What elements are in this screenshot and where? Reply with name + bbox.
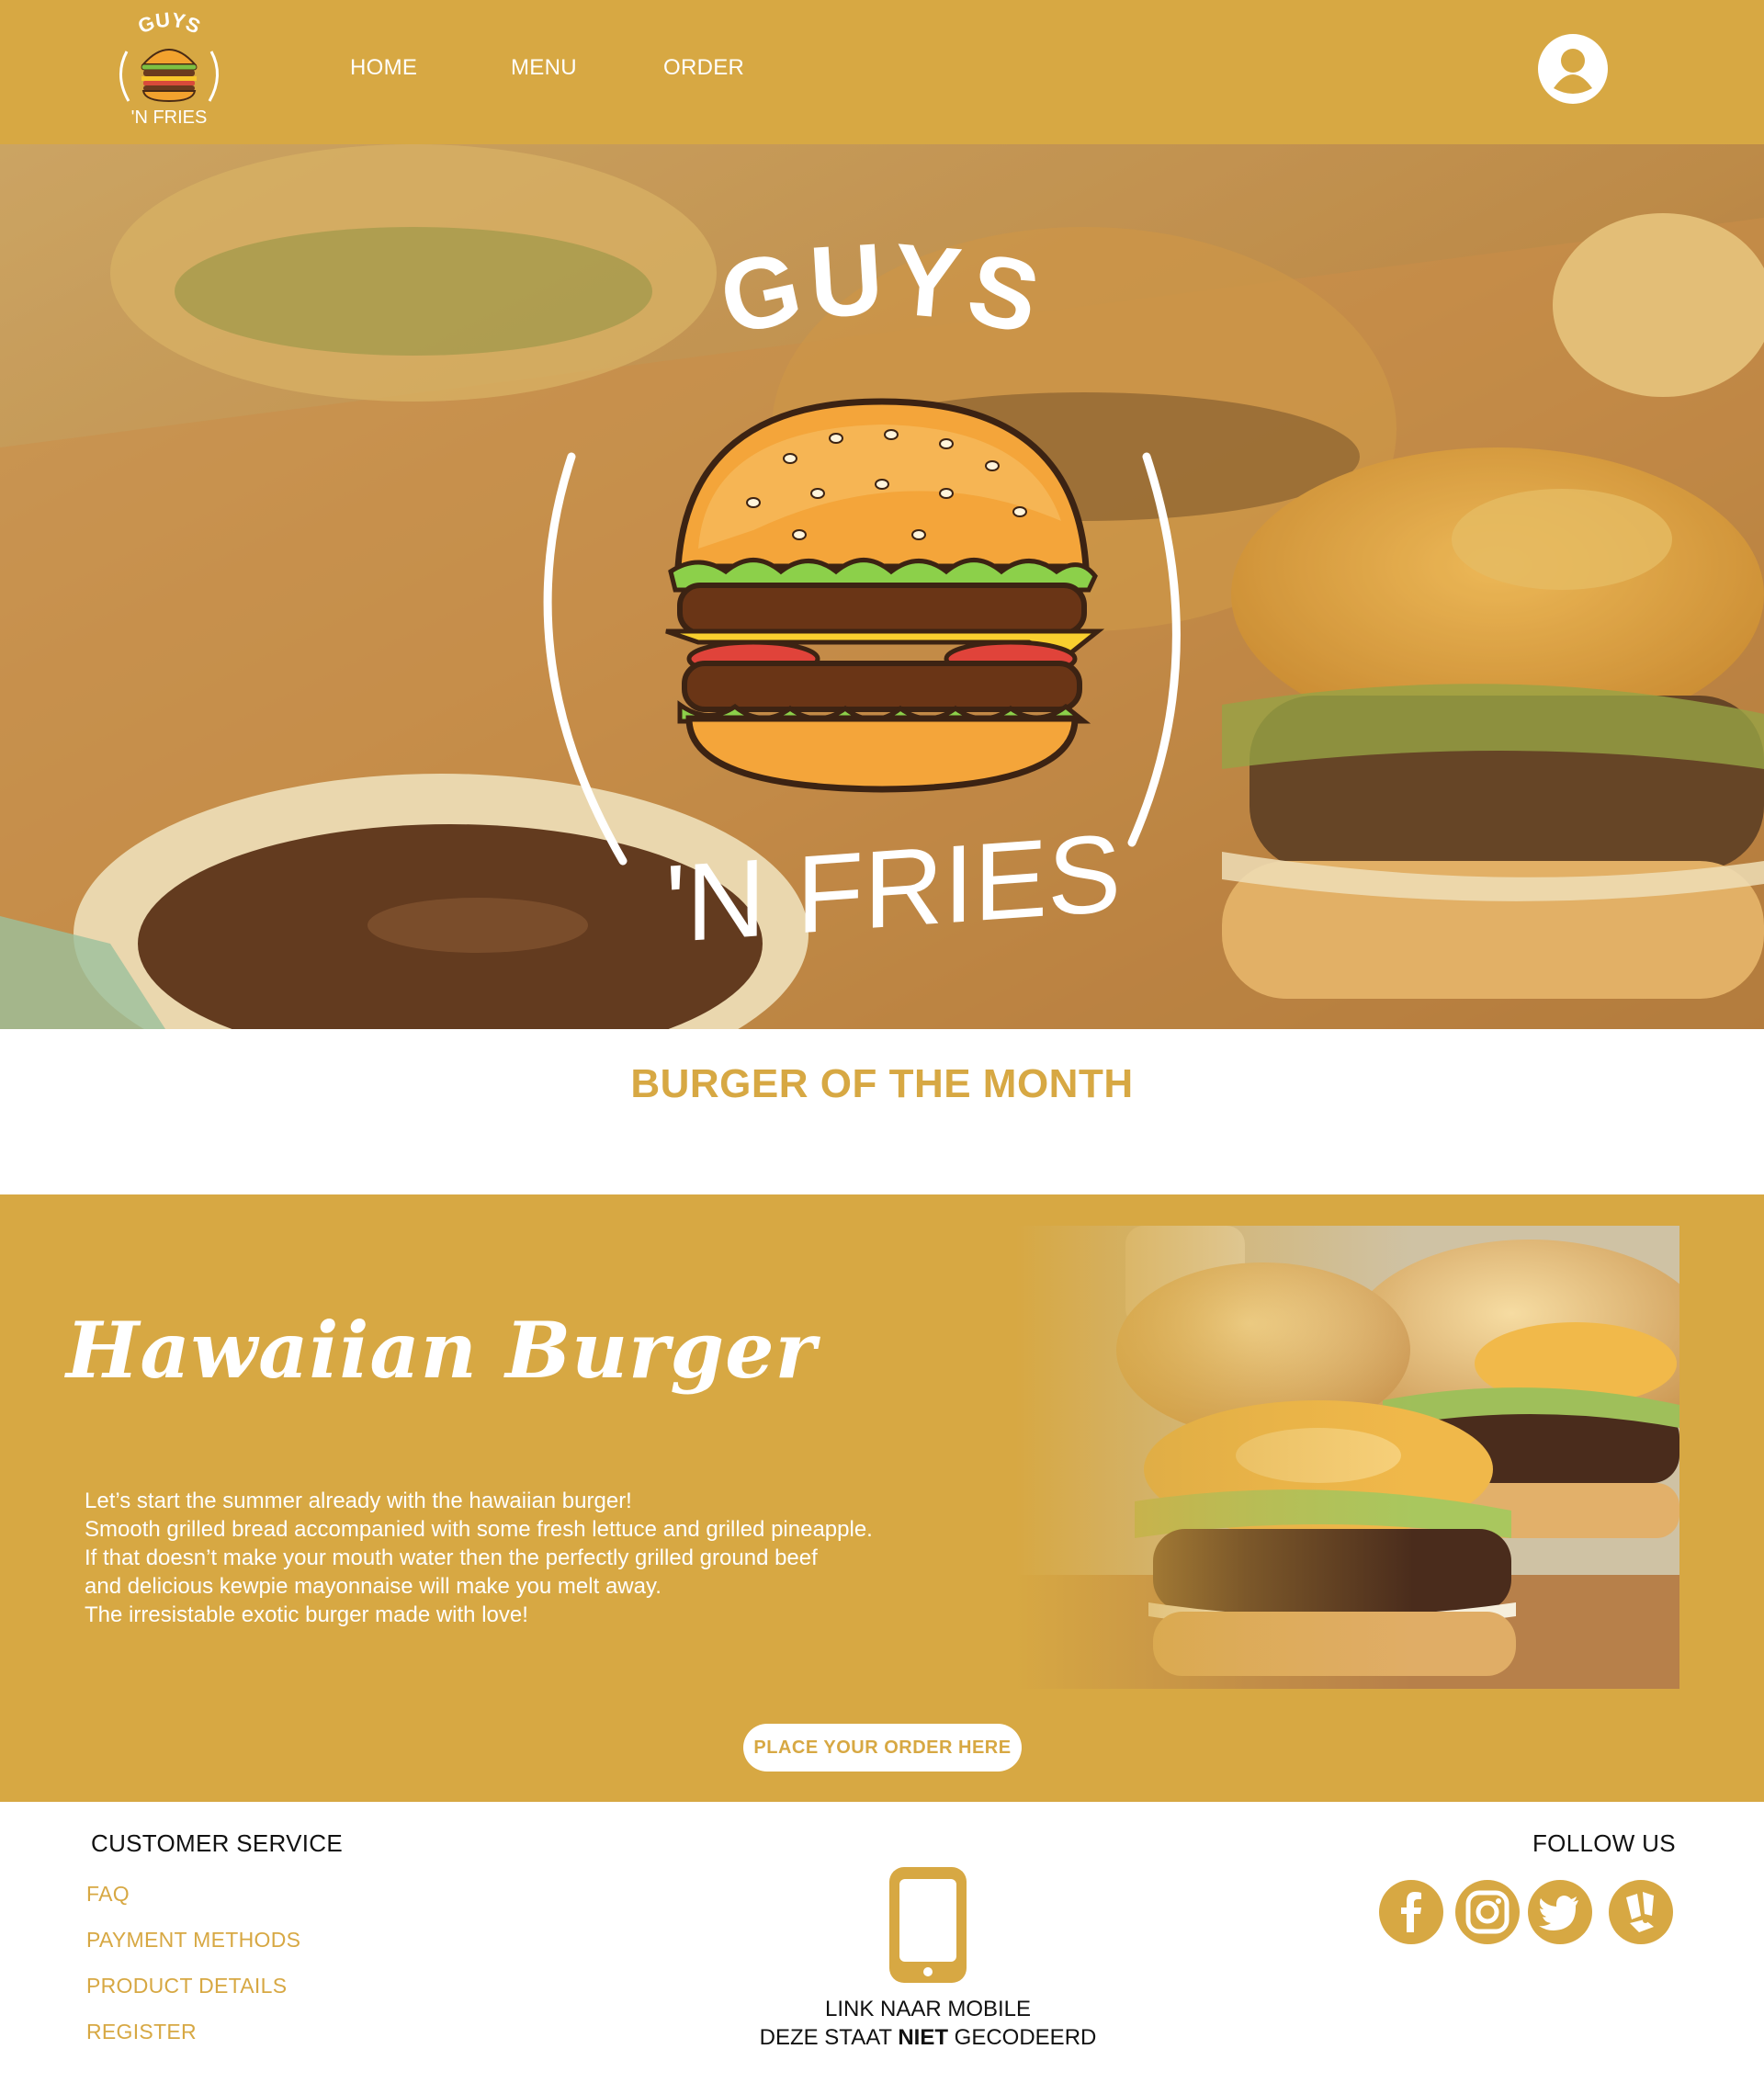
description-line: Let’s start the summer already with the … <box>85 1489 632 1513</box>
description-line: Smooth grilled bread accompanied with so… <box>85 1517 873 1542</box>
mobile-note-line1: LINK NAAR MOBILE <box>824 1997 1032 2021</box>
hero-logo-bottom-text: 'N FRIES <box>665 811 1121 953</box>
hero-logo-top-text: GUYS <box>710 222 1054 357</box>
svg-text:'N FRIES: 'N FRIES <box>131 108 208 128</box>
footer-link-payment-methods[interactable]: PAYMENT METHODS <box>86 1928 300 1953</box>
hawaiian-burger-photo <box>1015 1226 1679 1689</box>
featured-burger-section: Hawaiian Burger Let’s start the summer a… <box>0 1194 1764 1802</box>
mobile-note-text: GECODEERD <box>948 2025 1097 2050</box>
nav-order[interactable]: ORDER <box>663 55 744 81</box>
nav-menu[interactable]: MENU <box>511 55 577 81</box>
mobile-note-line2: DEZE STAAT NIET GECODEERD <box>698 2023 1158 2052</box>
description-line: If that doesn’t make your mouth water th… <box>85 1545 818 1570</box>
facebook-icon[interactable] <box>1378 1879 1444 1945</box>
customer-service-heading: CUSTOMER SERVICE <box>91 1829 344 1857</box>
smartphone-icon[interactable] <box>887 1864 969 1986</box>
section-heading: BURGER OF THE MONTH <box>630 1061 1134 1106</box>
follow-us-heading: FOLLOW US <box>1532 1829 1676 1857</box>
footer-link-faq[interactable]: FAQ <box>86 1882 130 1907</box>
hero-banner: GUYS 'N FRIES <box>0 144 1764 1029</box>
instagram-icon[interactable] <box>1454 1879 1521 1945</box>
deliveroo-icon[interactable] <box>1608 1879 1674 1945</box>
svg-text:GUYS: GUYS <box>134 9 203 39</box>
mobile-note-emphasis: NIET <box>898 2025 948 2050</box>
mobile-note-text: DEZE STAAT <box>759 2025 899 2050</box>
footer-link-register[interactable]: REGISTER <box>86 2020 197 2044</box>
featured-burger-description: Let’s start the summer already with the … <box>85 1487 985 1629</box>
description-line: and delicious kewpie mayonnaise will mak… <box>85 1574 662 1599</box>
footer-link-product-details[interactable]: PRODUCT DETAILS <box>86 1974 287 1998</box>
featured-burger-title: Hawaiian Burger <box>66 1305 817 1396</box>
place-order-button[interactable]: PLACE YOUR ORDER HERE <box>743 1724 1022 1772</box>
twitter-icon[interactable] <box>1527 1879 1593 1945</box>
description-line: The irresistable exotic burger made with… <box>85 1602 528 1627</box>
nav-home[interactable]: HOME <box>350 55 417 81</box>
burger-illustration <box>665 398 1105 793</box>
mobile-link-note: LINK NAAR MOBILE DEZE STAAT NIET GECODEE… <box>698 1995 1158 2052</box>
hero-brand-logo: GUYS 'N FRIES <box>543 222 1181 953</box>
brand-logo[interactable]: GUYS 'N FRIES <box>108 9 230 130</box>
site-header: GUYS 'N FRIES HOME MENU ORDER <box>0 0 1764 144</box>
site-footer: CUSTOMER SERVICE FAQ PAYMENT METHODS PRO… <box>0 1802 1764 2083</box>
user-circle-icon[interactable] <box>1537 33 1609 105</box>
